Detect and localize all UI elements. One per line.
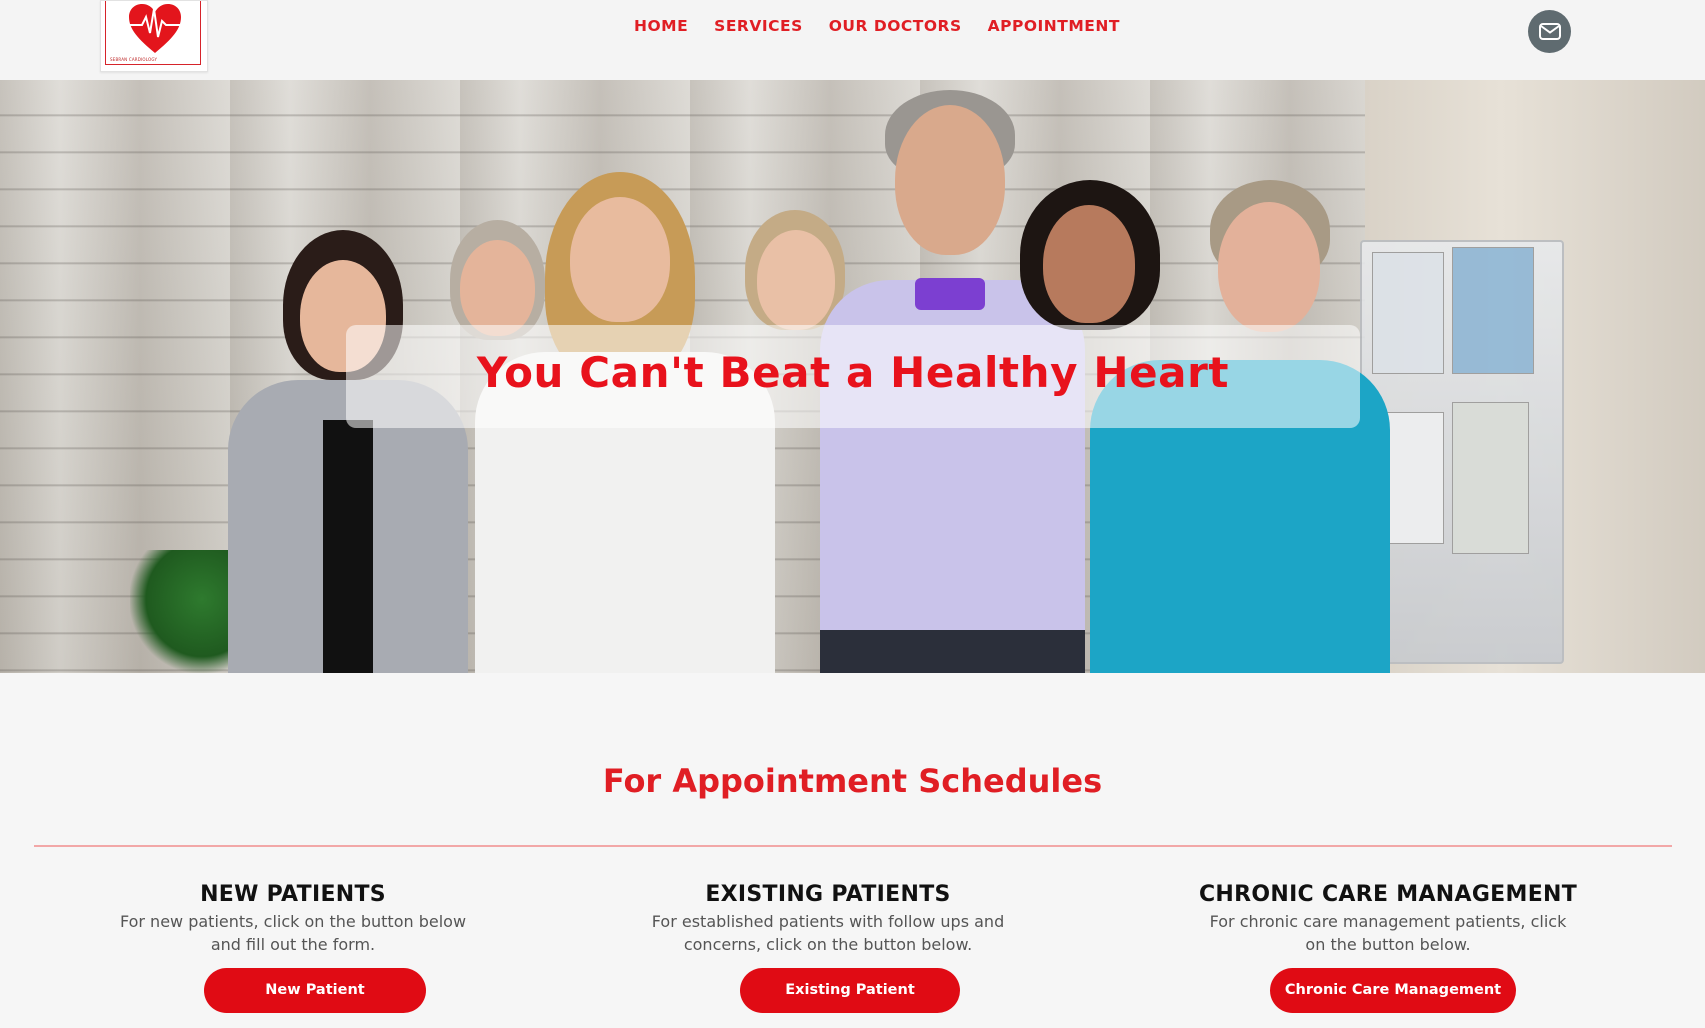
existing-patients-title: EXISTING PATIENTS <box>705 882 951 907</box>
hero-banner-image: You Can't Beat a Healthy Heart <box>0 80 1705 673</box>
new-patients-title: NEW PATIENTS <box>200 882 386 907</box>
existing-patients-description: For established patients with follow ups… <box>651 912 1005 954</box>
site-header: SEBRAN CARDIOLOGY HOME SERVICES OUR DOCT… <box>0 0 1705 80</box>
new-patient-button[interactable]: New Patient <box>204 968 426 1013</box>
new-patients-column: NEW PATIENTS For new patients, click on … <box>83 882 503 1013</box>
chronic-care-management-button[interactable]: Chronic Care Management <box>1270 968 1516 1013</box>
logo-frame: SEBRAN CARDIOLOGY <box>105 1 201 65</box>
chronic-care-title: CHRONIC CARE MANAGEMENT <box>1198 882 1578 907</box>
nav-home[interactable]: HOME <box>634 16 688 36</box>
main-nav: HOME SERVICES OUR DOCTORS APPOINTMENT <box>634 16 1146 36</box>
magazine-rack <box>1360 240 1564 664</box>
nav-appointment[interactable]: APPOINTMENT <box>988 16 1120 36</box>
logo-caption: SEBRAN CARDIOLOGY <box>110 57 158 62</box>
section-divider <box>34 845 1672 847</box>
hero-title: You Can't Beat a Healthy Heart <box>476 348 1230 397</box>
contact-email-button[interactable] <box>1528 10 1571 53</box>
site-logo[interactable]: SEBRAN CARDIOLOGY <box>100 0 208 72</box>
appointments-title: For Appointment Schedules <box>602 762 1103 800</box>
nav-services[interactable]: SERVICES <box>714 16 803 36</box>
existing-patients-column: EXISTING PATIENTS For established patien… <box>618 882 1038 1013</box>
existing-patient-button[interactable]: Existing Patient <box>740 968 960 1013</box>
chronic-care-column: CHRONIC CARE MANAGEMENT For chronic care… <box>1178 882 1598 1013</box>
nav-our-doctors[interactable]: OUR DOCTORS <box>829 16 962 36</box>
chronic-care-description: For chronic care management patients, cl… <box>1209 912 1567 954</box>
heart-ekg-icon <box>129 4 181 53</box>
new-patients-description: For new patients, click on the button be… <box>119 912 467 954</box>
envelope-icon <box>1539 23 1561 40</box>
